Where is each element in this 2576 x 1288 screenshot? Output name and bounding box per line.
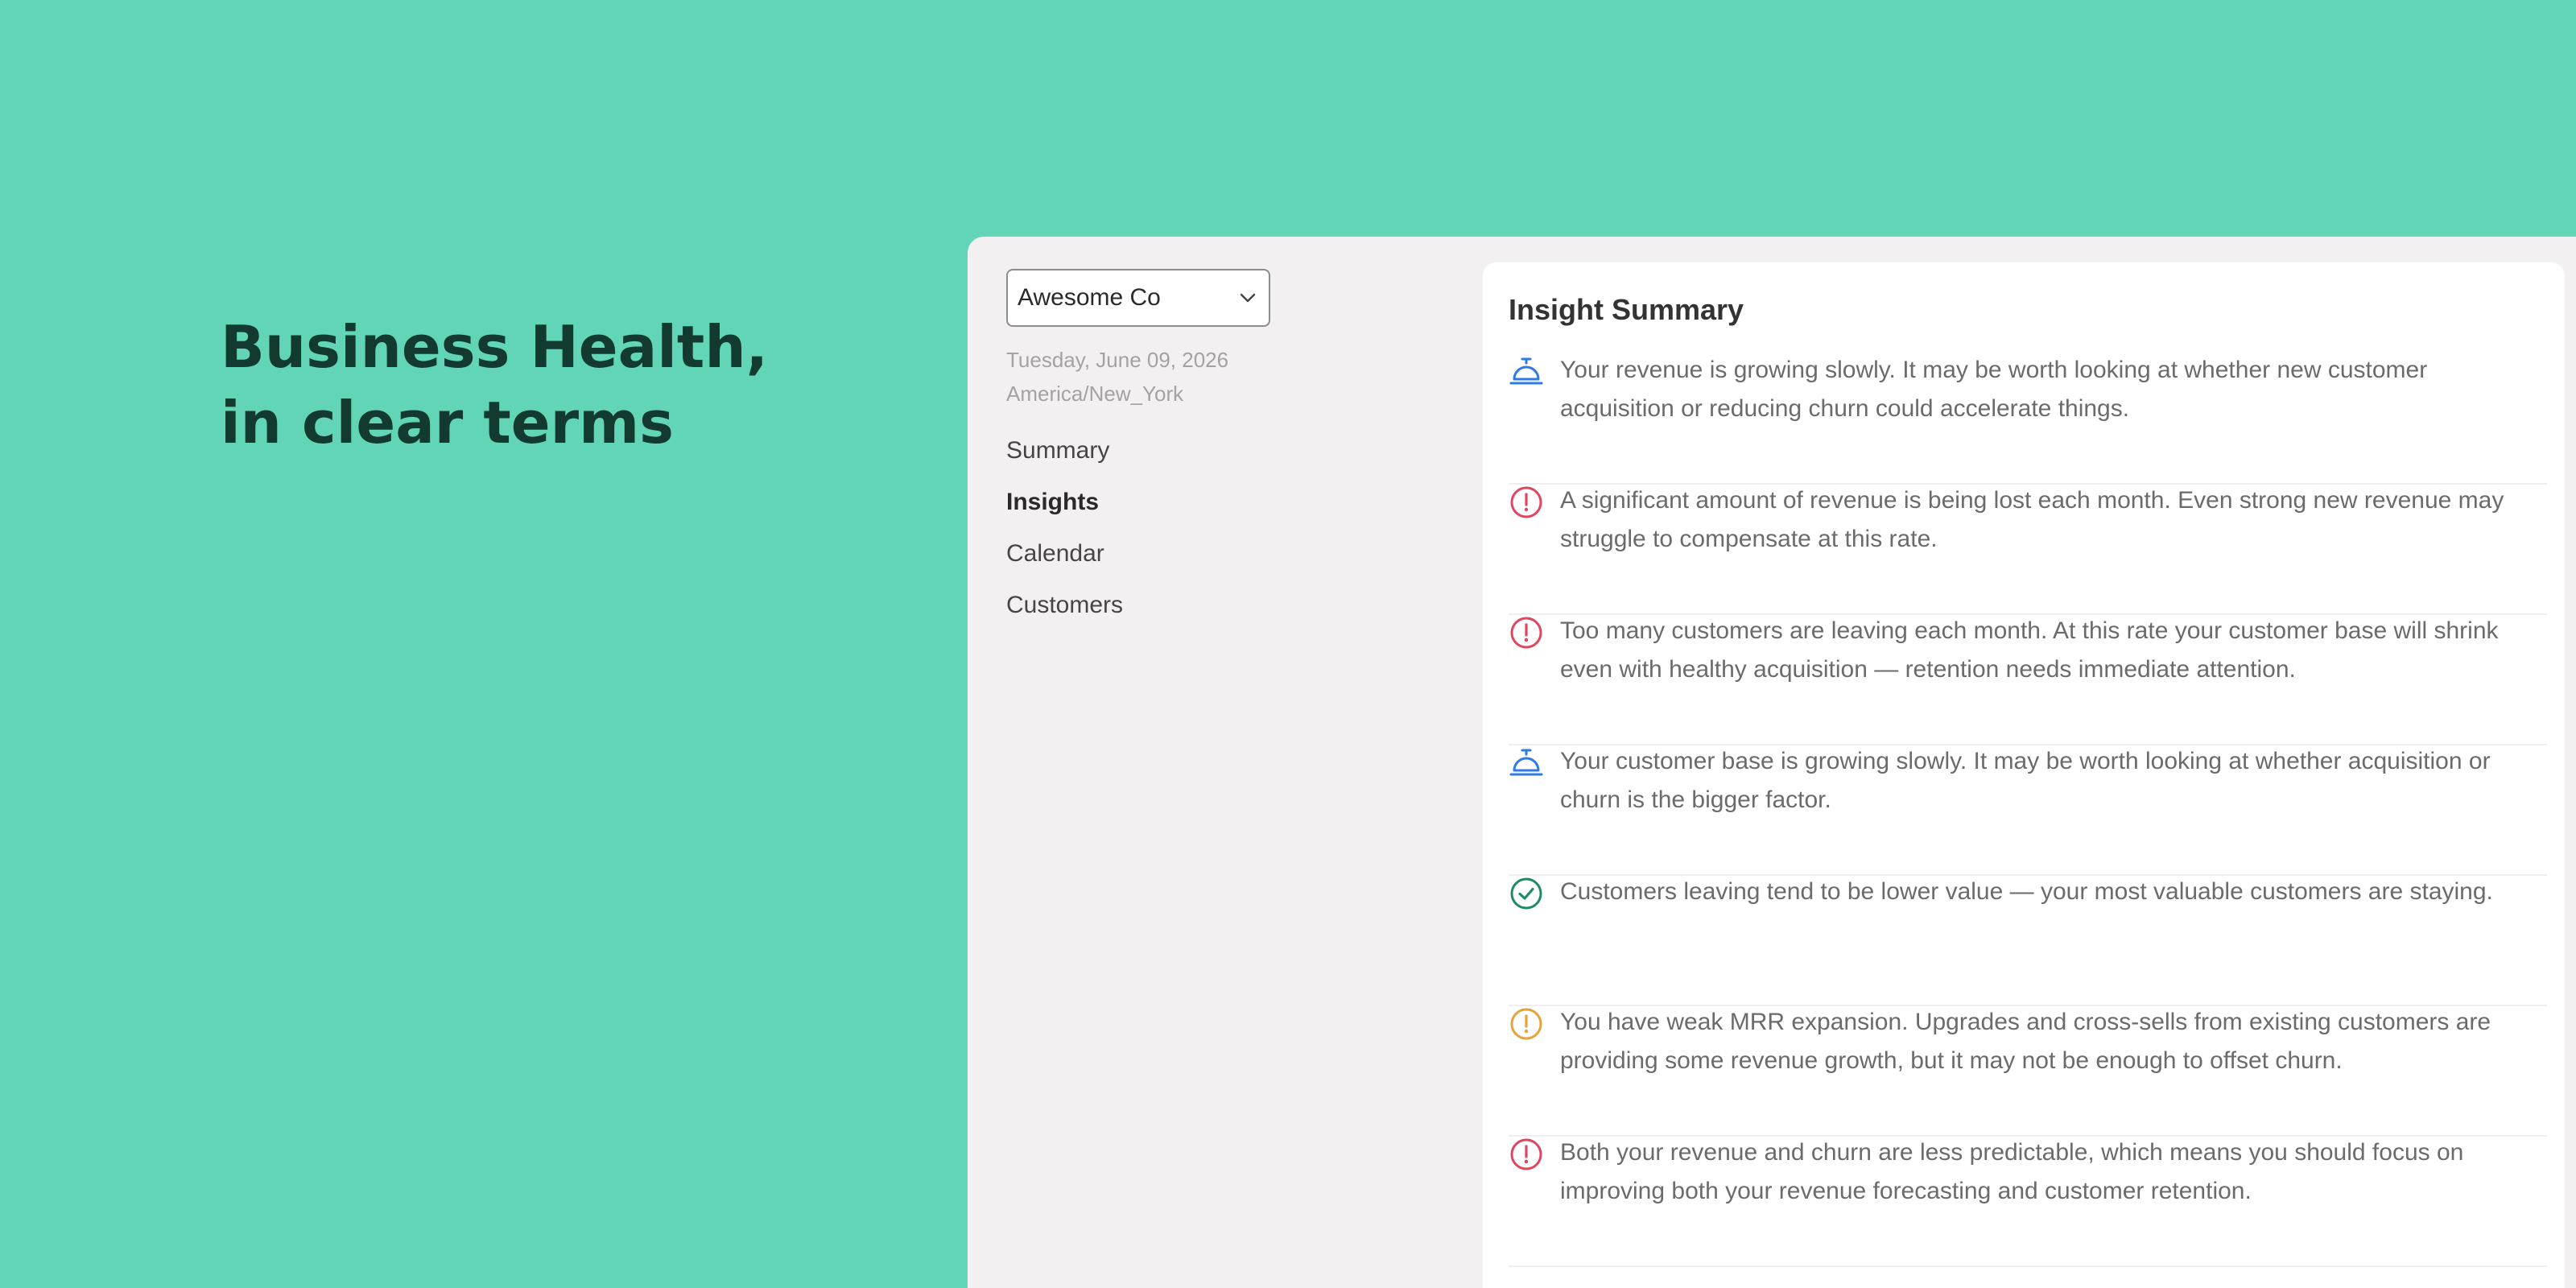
service-bell-icon bbox=[1509, 354, 1544, 390]
insight-text: Your customer base is growing slowly. It… bbox=[1560, 748, 2491, 813]
insight-item: Both your revenue and churn are less pre… bbox=[1509, 1137, 2547, 1267]
sidebar-item-insights[interactable]: Insights bbox=[1006, 486, 1425, 518]
insight-item: Your revenue is growing slowly. It may b… bbox=[1509, 354, 2547, 485]
insight-item: A significant amount of revenue is being… bbox=[1509, 485, 2547, 615]
insight-text: Too many customers are leaving each mont… bbox=[1560, 617, 2499, 683]
hero-line-1: Business Health, bbox=[221, 313, 768, 381]
insight-text: Customers leaving tend to be lower value… bbox=[1560, 878, 2493, 905]
panel-title: Insight Summary bbox=[1509, 293, 1744, 326]
sidebar-item-customers[interactable]: Customers bbox=[1006, 589, 1425, 621]
insight-panel: Insight Summary Your revenue is growing … bbox=[1483, 262, 2565, 1288]
hero-line-2: in clear terms bbox=[221, 389, 674, 456]
insight-item: Too many customers are leaving each mont… bbox=[1509, 615, 2547, 745]
insight-text: Your revenue is growing slowly. It may b… bbox=[1560, 357, 2428, 422]
alert-circle-icon bbox=[1509, 615, 1544, 650]
insight-item: You have weak MRR expansion. Upgrades an… bbox=[1509, 1006, 2547, 1137]
sidebar-nav: Summary Insights Calendar Customers bbox=[1006, 435, 1425, 621]
insight-text: Both your revenue and churn are less pre… bbox=[1560, 1139, 2464, 1204]
check-circle-icon bbox=[1509, 876, 1544, 911]
current-date: Tuesday, June 09, 2026 bbox=[1006, 348, 1229, 372]
alert-circle-icon bbox=[1509, 1137, 1544, 1172]
hero-heading: Business Health, in clear terms bbox=[221, 309, 865, 460]
insight-item: Your customer base is growing slowly. It… bbox=[1509, 745, 2547, 876]
alert-circle-icon bbox=[1509, 485, 1544, 520]
app-window: Awesome Co Tuesday, June 09, 2026 Americ… bbox=[968, 237, 2576, 1288]
timezone: America/New_York bbox=[1006, 382, 1184, 406]
sidebar-item-calendar[interactable]: Calendar bbox=[1006, 538, 1425, 570]
insight-text: You have weak MRR expansion. Upgrades an… bbox=[1560, 1009, 2491, 1074]
chevron-down-icon bbox=[1236, 287, 1259, 309]
service-bell-icon bbox=[1509, 745, 1544, 781]
alert-circle-icon bbox=[1509, 1006, 1544, 1042]
sidebar-item-summary[interactable]: Summary bbox=[1006, 435, 1425, 467]
sidebar: Awesome Co Tuesday, June 09, 2026 Americ… bbox=[1006, 269, 1425, 641]
insight-item: Customers leaving tend to be lower value… bbox=[1509, 876, 2547, 1006]
company-select[interactable]: Awesome Co bbox=[1006, 269, 1270, 327]
insight-text: A significant amount of revenue is being… bbox=[1560, 487, 2504, 552]
date-meta: Tuesday, June 09, 2026 America/New_York bbox=[1006, 343, 1425, 411]
insight-list: Your revenue is growing slowly. It may b… bbox=[1509, 354, 2547, 1267]
company-select-value: Awesome Co bbox=[1018, 284, 1161, 311]
